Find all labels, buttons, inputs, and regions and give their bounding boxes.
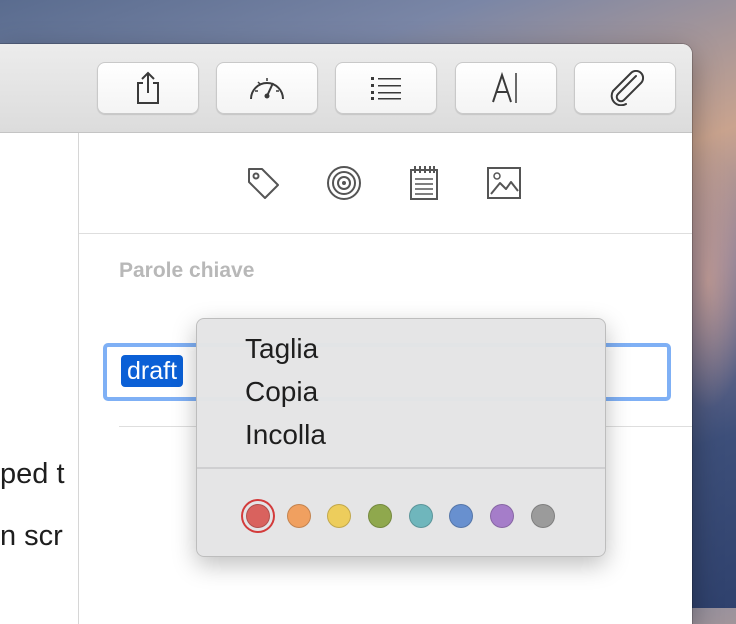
menu-separator <box>197 467 605 469</box>
list-icon <box>371 77 401 100</box>
editor-text-line: ped t <box>0 458 65 490</box>
color-swatch-purple[interactable] <box>490 504 514 528</box>
inspector-tabs <box>79 133 692 234</box>
paperclip-icon <box>610 70 645 106</box>
notepad-icon <box>410 166 438 200</box>
tab-images[interactable] <box>484 163 524 203</box>
color-swatch-teal[interactable] <box>409 504 433 528</box>
target-icon <box>327 166 361 200</box>
tab-keywords[interactable] <box>243 163 283 203</box>
color-swatch-green[interactable] <box>368 504 392 528</box>
typography-button[interactable] <box>455 62 557 114</box>
image-icon <box>487 167 521 199</box>
color-swatch-red[interactable] <box>246 504 270 528</box>
color-swatch-blue[interactable] <box>449 504 473 528</box>
editor-text-line: n scr <box>0 520 63 552</box>
menu-item-copy[interactable]: Copia <box>245 375 318 409</box>
editor-pane[interactable]: ped t n scr <box>0 133 79 624</box>
outline-button[interactable] <box>335 62 437 114</box>
tab-goals[interactable] <box>324 163 364 203</box>
share-button[interactable] <box>97 62 199 114</box>
menu-item-cut[interactable]: Taglia <box>245 332 318 366</box>
attachments-button[interactable] <box>574 62 676 114</box>
keywords-section-label: Parole chiave <box>119 259 255 282</box>
tag-icon <box>248 168 279 199</box>
menu-item-paste[interactable]: Incolla <box>245 418 326 452</box>
color-swatch-gray[interactable] <box>531 504 555 528</box>
tab-notes[interactable] <box>404 163 444 203</box>
text-cursor-icon <box>492 71 517 103</box>
color-swatch-orange[interactable] <box>287 504 311 528</box>
share-icon <box>137 71 159 104</box>
keyword-token[interactable]: draft <box>121 355 184 387</box>
statistics-button[interactable] <box>216 62 318 114</box>
toolbar <box>0 44 692 133</box>
color-swatch-yellow[interactable] <box>327 504 351 528</box>
gauge-icon <box>250 78 284 100</box>
context-menu: Taglia Copia Incolla <box>196 318 606 557</box>
